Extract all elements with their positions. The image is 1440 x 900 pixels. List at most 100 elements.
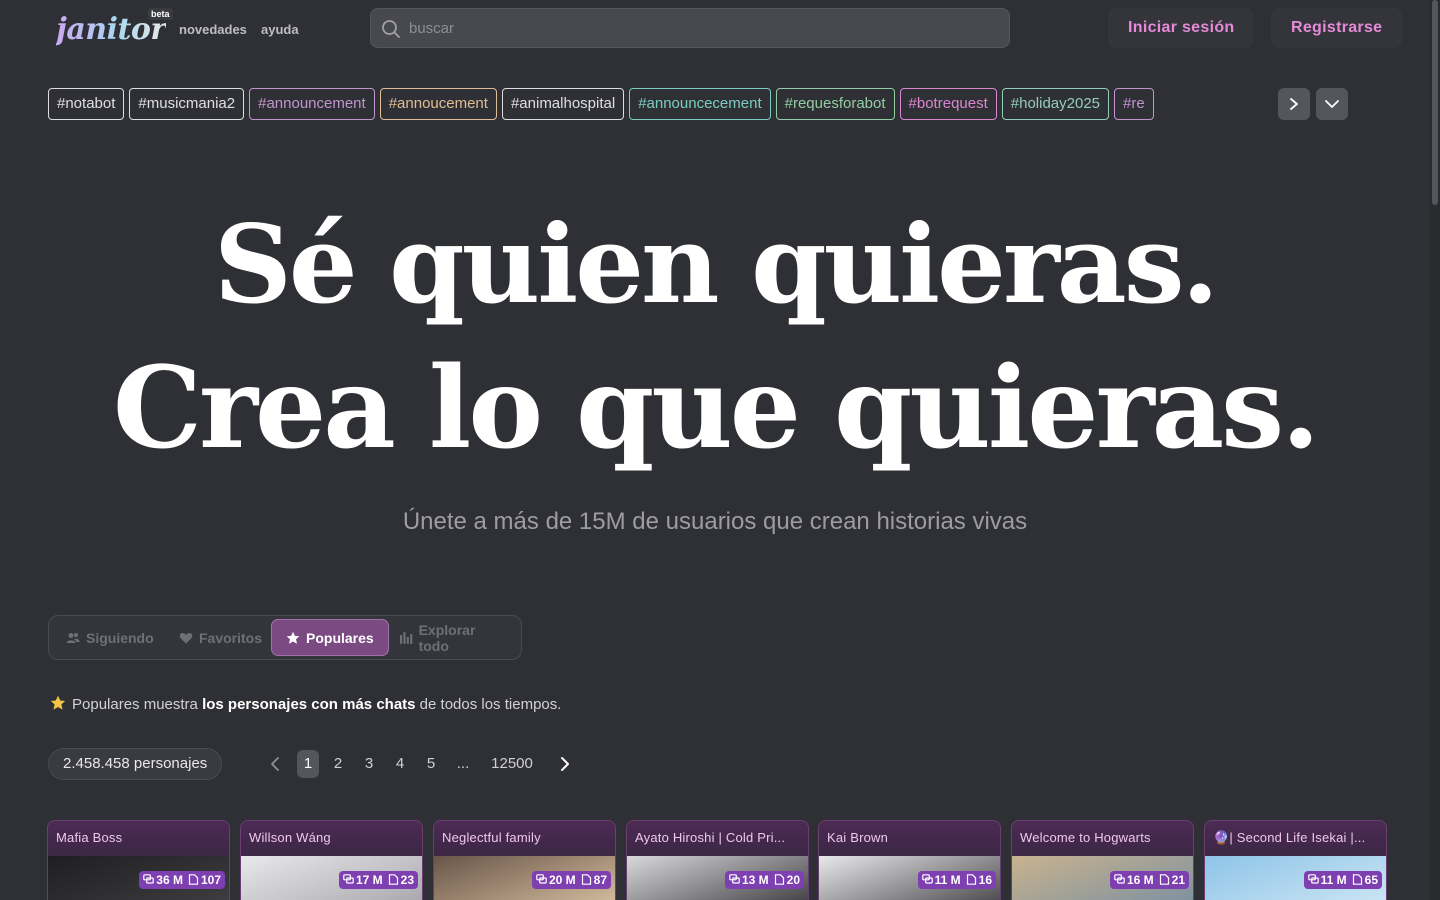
messages-stat: 23: [388, 871, 414, 889]
page-5-button[interactable]: 5: [423, 750, 439, 778]
tag-chip[interactable]: #musicmania2: [129, 88, 245, 120]
page-last-button[interactable]: 12500: [487, 750, 537, 778]
star-emoji-icon: [50, 695, 66, 710]
chat-icon: [536, 874, 547, 884]
chat-icon: [1114, 874, 1125, 884]
bars-icon: [399, 631, 413, 644]
populares-info: Populares muestra los personajes con más…: [50, 695, 561, 713]
chats-stat: 11 M: [1307, 871, 1347, 889]
chat-icon: [921, 874, 933, 884]
tag-chip[interactable]: #announcement: [249, 88, 375, 120]
nav-ayuda-link[interactable]: ayuda: [261, 22, 299, 37]
chats-stat: 11 M: [921, 871, 961, 889]
character-card[interactable]: Mafia Boss 36 M 107: [47, 820, 230, 900]
character-card[interactable]: Kai Brown 11 M 16: [818, 820, 1001, 900]
card-stats-badge: 11 M 16: [917, 871, 996, 889]
document-icon: [388, 874, 398, 885]
tag-chip[interactable]: #notabot: [48, 88, 125, 120]
tag-strip: #notabot #musicmania2 #announcement #annouc…: [48, 88, 1278, 120]
page-4-button[interactable]: 4: [392, 750, 408, 778]
card-title: Welcome to Hogwarts: [1020, 830, 1151, 845]
card-stats-badge: 20 M 87: [531, 871, 611, 889]
star-icon: [286, 631, 300, 644]
messages-count: 21: [1171, 873, 1185, 887]
tag-chip[interactable]: #re: [1114, 88, 1154, 120]
tab-populares[interactable]: Populares: [271, 619, 389, 656]
users-icon: [66, 632, 80, 643]
card-title: 🔮| Second Life Isekai |...: [1213, 830, 1366, 845]
tab-explorar-todo[interactable]: Explorar todo: [385, 619, 521, 656]
beta-badge: beta: [148, 8, 173, 20]
nav-novedades-link[interactable]: novedades: [179, 22, 247, 37]
tab-label: Siguiendo: [86, 629, 154, 646]
messages-stat: 87: [581, 871, 607, 889]
chats-count: 11 M: [1320, 873, 1347, 887]
character-card[interactable]: Neglectful family 20 M 87: [433, 820, 616, 900]
heart-icon: [179, 632, 193, 643]
chats-count: 20 M: [548, 873, 576, 887]
messages-count: 16: [978, 873, 992, 887]
document-icon: [966, 874, 976, 885]
chevron-right-icon: [1290, 98, 1298, 110]
character-card[interactable]: Willson Wáng 17 M 23: [240, 820, 423, 900]
chats-stat: 20 M: [536, 871, 576, 889]
character-card[interactable]: 🔮| Second Life Isekai |... 11 M 65: [1204, 820, 1387, 900]
messages-stat: 107: [188, 871, 221, 889]
card-title: Ayato Hiroshi | Cold Pri...: [635, 830, 786, 845]
card-stats-badge: 13 M 20: [724, 871, 804, 889]
messages-count: 20: [786, 873, 800, 887]
scrollbar-thumb[interactable]: [1432, 0, 1438, 205]
card-stats-badge: 16 M 21: [1109, 871, 1189, 889]
document-icon: [1159, 874, 1169, 885]
chats-count: 16 M: [1126, 873, 1154, 887]
hero-subtitle: Únete a más de 15M de usuarios que crean…: [402, 508, 1028, 535]
page-next-icon[interactable]: [554, 754, 574, 774]
chats-stat: 36 M: [143, 871, 183, 889]
tab-favoritos[interactable]: Favoritos: [165, 619, 276, 656]
messages-stat: 20: [774, 871, 800, 889]
tag-chip[interactable]: #announcecement: [629, 88, 771, 120]
chevron-down-icon: [1325, 100, 1339, 108]
hero-title-line-2: Crea lo que quieras.: [112, 343, 1320, 474]
tags-expand-button[interactable]: [1316, 88, 1348, 120]
messages-count: 65: [1364, 873, 1378, 887]
page-1-button[interactable]: 1: [297, 750, 319, 778]
tag-chip[interactable]: #annoucement: [379, 88, 497, 120]
register-button[interactable]: Registrarse: [1271, 8, 1403, 48]
document-icon: [774, 874, 784, 885]
character-count-badge: 2.458.458 personajes: [48, 748, 223, 780]
card-stats-badge: 17 M 23: [338, 871, 418, 889]
page-scrollbar[interactable]: [1430, 0, 1440, 900]
search-input[interactable]: [409, 9, 999, 47]
messages-stat: 21: [1159, 871, 1185, 889]
chats-count: 17 M: [355, 873, 383, 887]
card-stats-badge: 36 M 107: [139, 871, 225, 889]
chat-icon: [729, 874, 740, 884]
page-3-button[interactable]: 3: [361, 750, 377, 778]
tags-next-button[interactable]: [1278, 88, 1310, 120]
chat-icon: [1307, 874, 1319, 884]
tab-siguiendo[interactable]: Siguiendo: [52, 619, 168, 656]
card-title: Willson Wáng: [249, 830, 331, 845]
info-prefix: Populares muestra: [72, 696, 198, 713]
janitor-logo[interactable]: janitor beta: [56, 8, 174, 48]
search-bar[interactable]: [370, 8, 1010, 48]
character-card[interactable]: Welcome to Hogwarts 16 M 21: [1011, 820, 1194, 900]
tag-chip[interactable]: #botrequest: [899, 88, 997, 120]
chat-icon: [343, 874, 354, 884]
chats-stat: 13 M: [729, 871, 769, 889]
document-icon: [1352, 874, 1362, 885]
login-button[interactable]: Iniciar sesión: [1108, 8, 1255, 48]
character-card[interactable]: Ayato Hiroshi | Cold Pri... 13 M 20: [626, 820, 809, 900]
chats-count: 13 M: [741, 873, 769, 887]
messages-stat: 16: [966, 871, 992, 889]
chats-count: 36 M: [156, 873, 183, 887]
top-header: janitor beta novedades ayuda Iniciar ses…: [0, 0, 1440, 58]
filter-tabs: Siguiendo Favoritos Populares Explorar t…: [48, 615, 522, 660]
tag-chip[interactable]: #animalhospital: [501, 88, 625, 120]
tag-chip[interactable]: #requesforabot: [775, 88, 895, 120]
page-prev-icon[interactable]: [266, 754, 286, 774]
page-2-button[interactable]: 2: [330, 750, 346, 778]
tag-chip[interactable]: #holiday2025: [1001, 88, 1110, 120]
chats-stat: 16 M: [1114, 871, 1154, 889]
